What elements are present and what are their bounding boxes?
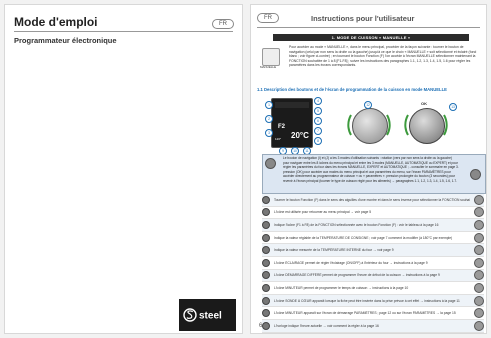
list-item: L'icône MINUTEUR permet de programmer le… xyxy=(262,282,484,295)
list-item: L'icône ÉCLAIRAGE permet de régler l'écl… xyxy=(262,257,484,270)
illustration-icon xyxy=(474,308,484,319)
logo-text: steel xyxy=(199,311,222,322)
list-item: L'icône est utilisée pour retourner au m… xyxy=(262,207,484,220)
illustration-icon xyxy=(474,219,484,230)
display-function: F2 xyxy=(278,124,286,130)
callout-marker: 8 xyxy=(314,137,322,145)
oven-display-illustration: F2 20°C 120° xyxy=(271,98,313,148)
instructions-page: FR Instructions pour l'utilisateur 1. MO… xyxy=(250,4,487,334)
callout-icon xyxy=(262,246,270,255)
list-item: L'icône DÉMARRAGE DIFFÉRÉ permet de prog… xyxy=(262,269,484,283)
illustration-icon xyxy=(474,282,484,293)
display-temperature: 20°C xyxy=(291,131,309,140)
description-list: Tourner le bouton Fonction (F) dans le s… xyxy=(262,194,484,333)
language-badge: FR xyxy=(212,19,234,29)
callout-icon xyxy=(262,220,270,229)
list-item: L'icône SONDE À CŒUR apparaît lorsque la… xyxy=(262,294,484,308)
illustration-icon xyxy=(474,270,484,281)
callout-icon xyxy=(262,258,270,267)
mode-icon-label: MANUELLE xyxy=(260,65,277,69)
callout-icon xyxy=(262,233,270,242)
title-divider xyxy=(14,31,233,32)
illustration-icon xyxy=(474,245,484,256)
list-item: Indique la valeur réglable de la TEMPÉRA… xyxy=(262,232,484,245)
list-item: Indique l'icône (F1 à F8) de la FONCTION… xyxy=(262,219,484,232)
intro-paragraph: Pour accéder au mode « MANUELLE », dans … xyxy=(289,45,477,67)
illustration-icon xyxy=(474,232,484,243)
display-header xyxy=(275,102,309,108)
callout-icon xyxy=(262,309,270,318)
header-divider xyxy=(257,27,480,28)
manual-title: Mode d'emploi xyxy=(14,15,98,29)
callout-marker: 2 xyxy=(265,115,273,123)
manual-mode-icon xyxy=(262,48,280,66)
list-item: Tourner le bouton Fonction (F) dans le s… xyxy=(262,194,484,207)
callout-icon xyxy=(262,271,270,280)
callout-icon xyxy=(262,321,270,330)
language-badge: FR xyxy=(257,13,279,23)
illustration-icon xyxy=(474,194,484,205)
illustration-icon xyxy=(474,207,484,218)
callout-icon xyxy=(262,296,270,305)
page-header-title: Instructions pour l'utilisateur xyxy=(311,14,415,23)
list-item: L'horloge indique l'heure actuelle → voi… xyxy=(262,319,484,333)
section-heading: 1.1 Description des boutons et de l'écra… xyxy=(257,87,447,92)
knob-icon xyxy=(265,158,276,169)
knob-icon xyxy=(470,169,481,180)
illustration-icon xyxy=(474,320,484,331)
manual-subtitle: Programmateur électronique xyxy=(14,36,117,45)
section-banner: 1. MODE DE CUISSON « MANUELLE » xyxy=(273,34,469,41)
cover-page: Mode d'emploi FR Programmateur électroni… xyxy=(4,4,243,334)
callout-marker: 1 xyxy=(265,101,273,109)
steel-logo: steel xyxy=(179,299,236,331)
callout-marker: 5 xyxy=(314,107,322,115)
callout-marker: 6 xyxy=(314,117,322,125)
callout-marker: 3 xyxy=(265,129,273,137)
page-number: 6 xyxy=(259,323,263,329)
list-item: L'icône MINUTEUR apparaît sur l'écran de… xyxy=(262,307,484,320)
callout-marker: 7 xyxy=(314,127,322,135)
display-setpoint: 120° xyxy=(275,137,282,141)
callout-icon xyxy=(262,208,270,217)
navigation-info-text: Le bouton de navigation (I) et (J) a les… xyxy=(283,156,459,183)
illustration-icon xyxy=(474,257,484,268)
callout-marker: 13 xyxy=(449,103,457,111)
list-item: Indique la valeur mesurée de la TEMPÉRAT… xyxy=(262,244,484,257)
callout-marker: 12 xyxy=(364,101,372,109)
function-knob xyxy=(352,108,388,144)
illustration-icon xyxy=(474,295,484,306)
callout-icon xyxy=(262,195,270,204)
callout-marker: 4 xyxy=(314,97,322,105)
ok-label: OK xyxy=(421,101,427,106)
navigation-knob xyxy=(409,108,445,144)
callout-icon xyxy=(262,283,270,292)
